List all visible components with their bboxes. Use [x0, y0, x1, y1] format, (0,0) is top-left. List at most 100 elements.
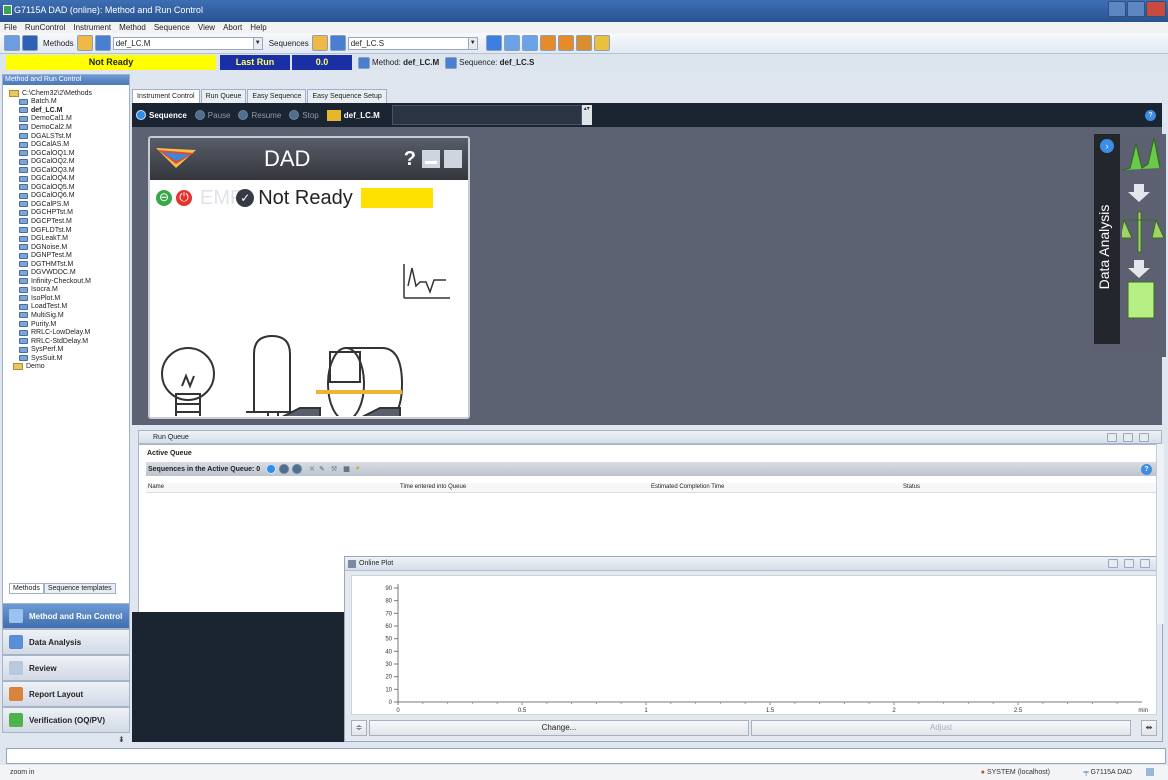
queue-down-icon[interactable]	[292, 464, 303, 474]
tree-item[interactable]: SysSuit.M	[9, 354, 129, 363]
tree-item[interactable]: def_LC.M	[9, 106, 129, 115]
tree-root[interactable]: C:\Chem32\2\Methods	[9, 89, 129, 98]
nav-data-analysis[interactable]: Data Analysis	[2, 629, 130, 655]
queue-edit-icon[interactable]: ✎	[319, 465, 325, 473]
print-icon[interactable]	[575, 35, 592, 51]
tree-item[interactable]: DGCalOQ3.M	[9, 166, 129, 175]
close-button[interactable]	[1139, 433, 1149, 442]
expand-arrow-icon[interactable]: ›	[1100, 139, 1114, 153]
scroll-arrows[interactable]: ▴▾	[581, 105, 592, 125]
menu-abort[interactable]: Abort	[223, 23, 242, 32]
adjust-button[interactable]: Adjust	[751, 720, 1131, 736]
module-minimize-button[interactable]	[422, 150, 440, 168]
tree-item[interactable]: DemoCal1.M	[9, 115, 129, 124]
tree-item[interactable]: Purity.M	[9, 320, 129, 329]
tab-easy-sequence-setup[interactable]: Easy Sequence Setup	[307, 89, 387, 103]
nav-verification[interactable]: Verification (OQ/PV)	[2, 707, 130, 733]
tree-item[interactable]: DGVWDDC.M	[9, 268, 129, 277]
tree-item[interactable]: DGNoise.M	[9, 243, 129, 252]
queue-up-icon[interactable]	[279, 464, 290, 474]
save-sequence-icon[interactable]	[329, 35, 346, 51]
plot-scroll-icon[interactable]: ≑	[351, 720, 367, 736]
tree-item[interactable]: RRLC-LowDelay.M	[9, 328, 129, 337]
nav-review[interactable]: Review	[2, 655, 130, 681]
open-method-icon[interactable]	[76, 35, 93, 51]
restore-button[interactable]	[1124, 559, 1134, 568]
minimize-button[interactable]	[1107, 433, 1117, 442]
tree-item[interactable]: DGCalAS.M	[9, 140, 129, 149]
tree-item[interactable]: DGLeakT.M	[9, 234, 129, 243]
power-off-icon[interactable]: ⏻	[176, 190, 192, 206]
menu-runcontrol[interactable]: RunControl	[25, 23, 65, 32]
view-icon-2[interactable]	[503, 35, 520, 51]
power-icon[interactable]	[593, 35, 610, 51]
tree-item[interactable]: DGFLDTst.M	[9, 226, 129, 235]
nav-report-layout[interactable]: Report Layout	[2, 681, 130, 707]
nav-method-run-control[interactable]: Method and Run Control	[2, 603, 130, 629]
menu-method[interactable]: Method	[119, 23, 146, 32]
tree-item[interactable]: DGCalOQ2.M	[9, 157, 129, 166]
minimize-button[interactable]	[1108, 1, 1126, 17]
run-icon[interactable]	[539, 35, 556, 51]
tree-item[interactable]: MultiSig.M	[9, 311, 129, 320]
nav-expand-icon[interactable]: ⇟	[118, 735, 125, 744]
tab-easy-sequence[interactable]: Easy Sequence	[247, 89, 307, 103]
tree-item[interactable]: RRLC-StdDelay.M	[9, 337, 129, 346]
tree-item[interactable]: DGNPTest.M	[9, 251, 129, 260]
queue-report-icon[interactable]: ▦	[343, 465, 350, 473]
save-icon[interactable]	[22, 35, 38, 51]
module-help-button[interactable]: ?	[404, 148, 416, 171]
tree-item[interactable]: DGCalPS.M	[9, 200, 129, 209]
sequence-select[interactable]: def_LC.S ▼	[347, 36, 478, 50]
tree-item[interactable]: DGCalOQ1.M	[9, 149, 129, 158]
menu-instrument[interactable]: Instrument	[73, 23, 111, 32]
tree-item[interactable]: DGCHPTst.M	[9, 209, 129, 218]
tab-methods[interactable]: Methods	[9, 583, 44, 594]
queue-info-icon[interactable]	[266, 464, 277, 474]
tree-item[interactable]: IsoPlot.M	[9, 294, 129, 303]
close-button[interactable]	[1146, 1, 1166, 17]
queue-tool-icon[interactable]: ⚒	[331, 465, 337, 473]
tree-item[interactable]: Isocra.M	[9, 286, 129, 295]
help-icon[interactable]: ?	[1145, 109, 1156, 121]
tree-item[interactable]: DGCalOQ4.M	[9, 174, 129, 183]
view-icon-1[interactable]	[485, 35, 502, 51]
module-restore-button[interactable]	[444, 150, 462, 168]
pause-button[interactable]: Pause	[194, 110, 230, 120]
tree-item[interactable]: Infinity-Checkout.M	[9, 277, 129, 286]
standby-icon[interactable]: ⊖	[156, 190, 172, 206]
minimize-button[interactable]	[1108, 559, 1118, 568]
change-button[interactable]: Change...	[369, 720, 749, 736]
tree-item[interactable]: DGCalOQ6.M	[9, 192, 129, 201]
resume-button[interactable]: Resume	[238, 110, 281, 120]
help-icon[interactable]: ?	[1141, 463, 1152, 475]
queue-delete-icon[interactable]: ✕	[309, 465, 315, 473]
tree-item[interactable]: DemoCal2.M	[9, 123, 129, 132]
tree-item[interactable]: LoadTest.M	[9, 303, 129, 312]
tree-item[interactable]: DGCPTest.M	[9, 217, 129, 226]
data-analysis-label[interactable]: Data Analysis	[1096, 197, 1112, 297]
command-line-input[interactable]	[6, 748, 1166, 764]
tree-folder-demo[interactable]: Demo	[9, 363, 129, 372]
tab-run-queue[interactable]: Run Queue	[200, 89, 247, 103]
start-sequence-button[interactable]: Sequence	[136, 110, 187, 120]
open-sequence-icon[interactable]	[311, 35, 328, 51]
tab-sequence-templates[interactable]: Sequence templates	[43, 583, 116, 594]
col-estimated-completion[interactable]: Estimated Completion Time	[651, 484, 724, 490]
menu-file[interactable]: File	[4, 23, 17, 32]
col-name[interactable]: Name	[148, 484, 164, 490]
report-icon[interactable]	[557, 35, 574, 51]
method-book[interactable]: def_LC.M	[326, 109, 380, 121]
view-icon-3[interactable]	[521, 35, 538, 51]
tree-item[interactable]: DGALSTst.M	[9, 132, 129, 141]
queue-search-icon[interactable]: ⌕	[356, 465, 360, 473]
restore-button[interactable]	[1123, 433, 1133, 442]
col-time-entered[interactable]: Time entered into Queue	[400, 484, 466, 490]
tree-item[interactable]: SysPerf.M	[9, 345, 129, 354]
plot-split-icon[interactable]: ⇹	[1141, 720, 1157, 736]
menu-view[interactable]: View	[198, 23, 215, 32]
tree-item[interactable]: Batch.M	[9, 98, 129, 107]
close-button[interactable]	[1140, 559, 1150, 568]
col-status[interactable]: Status	[903, 484, 920, 490]
maximize-button[interactable]	[1127, 1, 1145, 17]
